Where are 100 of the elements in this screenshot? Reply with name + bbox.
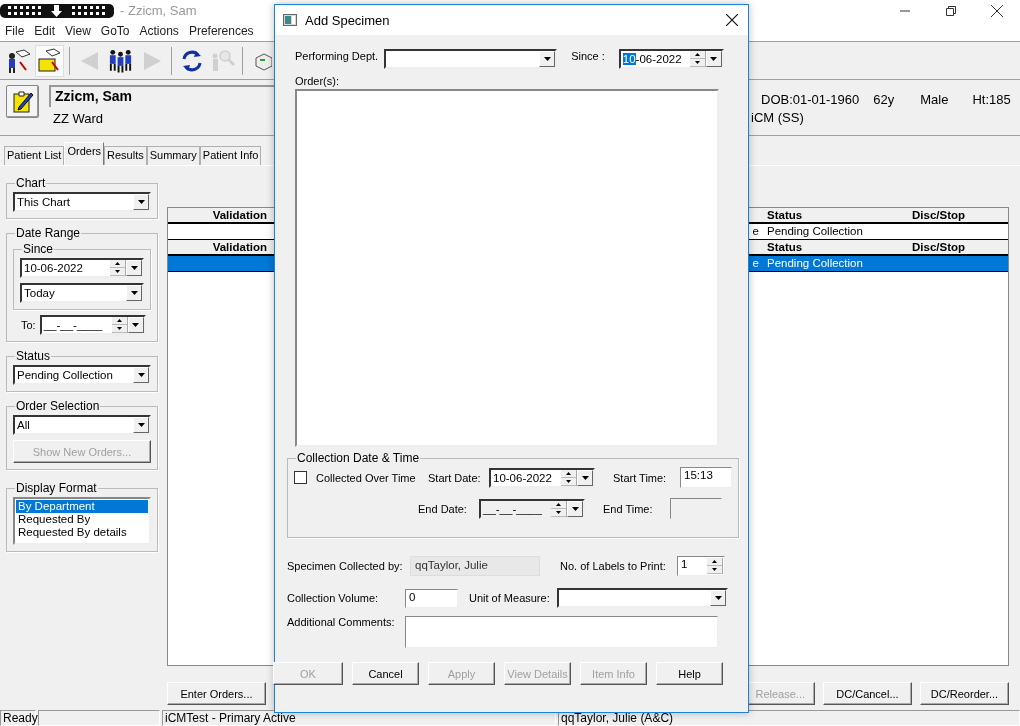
collected-by-field: qqTaylor, Julie — [410, 556, 540, 576]
field-label: No. of Labels to Print: — [560, 560, 667, 572]
table-cell-text: e — [751, 224, 760, 239]
unit-select[interactable] — [557, 588, 728, 608]
people-icon[interactable] — [107, 47, 134, 74]
table-cell-text: Pending Collection — [766, 256, 864, 271]
checkbox-label[interactable]: Collected Over Time — [316, 471, 422, 484]
dialog-title: Add Specimen — [305, 12, 390, 28]
dialog-button[interactable]: Cancel — [352, 662, 419, 685]
close-icon[interactable] — [991, 4, 1003, 17]
dropdown-button[interactable] — [133, 367, 149, 383]
menu-item[interactable]: View — [65, 24, 91, 38]
spin-buttons[interactable] — [689, 51, 706, 67]
table-cell-text: e — [751, 256, 760, 271]
list-option[interactable]: Requested By — [16, 513, 148, 526]
display-format-list[interactable]: By Department Requested By Requested By details — [13, 497, 151, 545]
action-button[interactable]: DC/Cancel... — [822, 682, 912, 705]
labels-count-field[interactable]: 1 — [677, 556, 725, 576]
field-label: Order(s): — [295, 75, 340, 87]
start-time-field[interactable]: 15:13 — [680, 467, 732, 488]
close-icon[interactable] — [726, 14, 738, 26]
folder-icon[interactable] — [36, 47, 63, 74]
spin-buttons[interactable] — [110, 260, 126, 276]
dropdown-button[interactable] — [577, 469, 593, 486]
dropdown-button[interactable] — [133, 194, 149, 210]
dropdown-button[interactable] — [126, 260, 142, 276]
menu-item[interactable]: Edit — [34, 24, 56, 38]
overlay-toolbar-icon[interactable] — [0, 3, 114, 18]
checkbox[interactable] — [294, 471, 307, 484]
field-label: Start Date: — [428, 471, 482, 484]
dropdown-button[interactable] — [539, 51, 556, 67]
tab[interactable]: Patient List — [4, 146, 65, 165]
caret-icon — [137, 373, 145, 377]
column-header: Disc/Stop — [911, 208, 967, 222]
caret-icon — [132, 323, 140, 327]
caret-icon — [581, 475, 589, 480]
action-button[interactable]: Enter Orders... — [167, 682, 266, 705]
column-header: Validation — [211, 240, 268, 254]
patient-ward: ZZ Ward — [53, 111, 105, 126]
menu-item[interactable]: GoTo — [100, 24, 130, 38]
field-label: Start Time: — [613, 471, 668, 484]
spin-buttons[interactable] — [707, 558, 723, 574]
field-label: End Time: — [603, 502, 654, 515]
chart-select[interactable]: This Chart — [13, 192, 151, 212]
spin-buttons[interactable] — [111, 317, 128, 333]
start-date-field[interactable]: 10-06-2022 — [489, 467, 595, 488]
column-header: Validation — [211, 208, 268, 222]
edit-chart-button[interactable] — [6, 85, 39, 118]
caret-icon — [137, 423, 145, 427]
tab[interactable]: Orders — [64, 142, 105, 165]
list-option[interactable]: Requested By details — [16, 526, 148, 539]
group-label: Order Selection — [15, 399, 101, 413]
dialog-app-icon — [283, 14, 297, 26]
patient-sex: Male — [920, 92, 949, 107]
caret-icon — [130, 266, 138, 270]
column-header: Status — [766, 240, 804, 254]
restore-icon[interactable] — [946, 5, 956, 16]
status-select[interactable]: Pending Collection — [13, 365, 151, 385]
caret-icon — [543, 57, 551, 61]
patient-unit: iCM (SS) — [751, 110, 805, 125]
patient-dob: DOB:01-01-1960 — [761, 92, 860, 107]
group-label: Chart — [15, 176, 47, 190]
group-label: Date Range — [15, 226, 82, 240]
field-label: Performing Dept. — [295, 50, 379, 62]
since-date-field[interactable]: 10-06-2022 — [618, 49, 724, 69]
tab[interactable]: Results — [104, 146, 147, 165]
comments-field[interactable] — [405, 616, 718, 648]
menu-item[interactable]: Preferences — [188, 24, 254, 38]
tab[interactable]: Summary — [146, 146, 200, 165]
status-pane: Ready — [0, 710, 36, 726]
list-option[interactable]: By Department — [16, 500, 148, 513]
patient-height: Ht:185 — [972, 92, 1011, 107]
dropdown-button[interactable] — [567, 500, 583, 517]
since-date-field[interactable]: 10-06-2022 — [20, 258, 144, 278]
dialog-button[interactable]: Help — [656, 662, 723, 685]
tab[interactable]: Patient Info — [199, 146, 262, 165]
field-label: Since : — [571, 50, 605, 62]
caret-icon — [137, 200, 145, 204]
menu-item[interactable]: File — [5, 24, 25, 38]
performing-dept-select[interactable] — [384, 49, 558, 69]
dropdown-button[interactable] — [133, 417, 149, 433]
group-label: Collection Date & Time — [296, 451, 421, 465]
caret-icon — [710, 57, 718, 61]
caret-icon — [571, 506, 579, 511]
date-preset-select[interactable]: Today — [20, 283, 144, 303]
menu-item[interactable]: Actions — [139, 24, 179, 38]
caret-icon — [714, 596, 722, 600]
end-date-field[interactable]: __-__-____ — [479, 498, 585, 519]
dropdown-button[interactable] — [710, 590, 726, 606]
order-selection-select[interactable]: All — [13, 415, 151, 435]
to-date-field[interactable]: __-__-____ — [39, 315, 146, 335]
dropdown-button[interactable] — [126, 285, 142, 301]
patient-age: 62y — [873, 92, 895, 107]
spin-buttons[interactable] — [551, 500, 567, 517]
window-title: - Zzicm, Sam — [120, 3, 197, 18]
table-cell-text: Pending Collection — [766, 224, 864, 239]
field-label: Unit of Measure: — [469, 592, 551, 604]
action-button[interactable]: DC/Reorder... — [919, 682, 1009, 705]
volume-field[interactable]: 0 — [405, 588, 458, 608]
spin-buttons[interactable] — [561, 469, 577, 486]
